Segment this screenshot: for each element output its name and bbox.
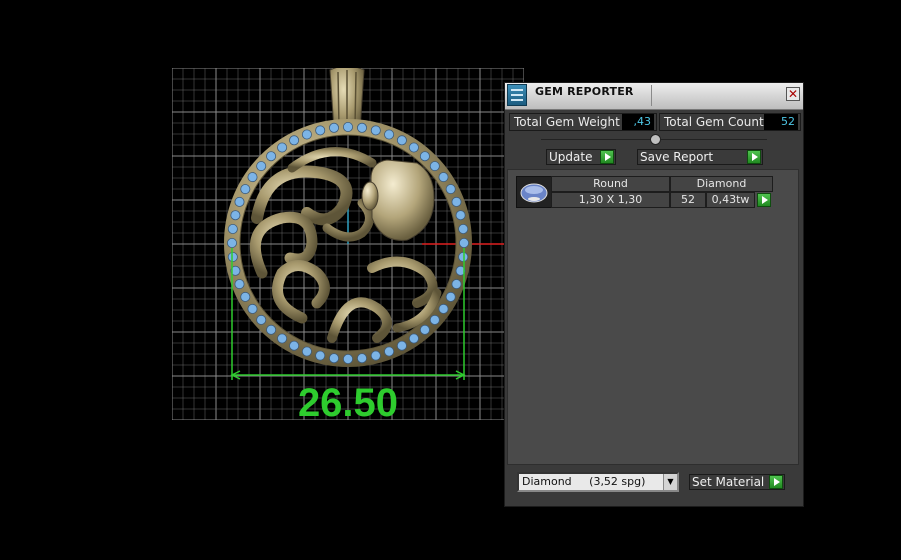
total-gem-weight-label: Total Gem Weight — [514, 115, 620, 129]
gem-stone — [256, 314, 267, 325]
save-report-button[interactable]: Save Report — [637, 149, 763, 165]
material-select-value: Diamond (3,52 spg) — [522, 475, 646, 488]
gem-stone — [445, 291, 456, 302]
update-label: Update — [549, 150, 593, 164]
column-header-shape: Round — [551, 176, 670, 192]
gem-stone — [408, 333, 419, 344]
gem-stone — [438, 303, 449, 314]
slider-handle[interactable] — [650, 134, 661, 145]
gem-stone — [230, 210, 241, 221]
gem-stone — [429, 314, 440, 325]
material-select[interactable]: Diamond (3,52 spg) ▼ — [517, 472, 679, 492]
gem-stone — [301, 129, 312, 140]
3d-viewport[interactable]: 26.50 — [172, 68, 524, 420]
row-select-arrow-icon[interactable] — [757, 193, 771, 207]
gem-stone — [328, 122, 339, 133]
gem-stone — [315, 125, 326, 136]
gem-stone — [396, 135, 407, 146]
gem-reporter-app-icon — [507, 84, 527, 106]
gem-stone — [247, 303, 258, 314]
save-report-label: Save Report — [640, 150, 714, 164]
gem-stone — [227, 237, 238, 248]
gem-stone — [266, 324, 277, 335]
gem-stone — [247, 172, 258, 183]
total-gem-weight-field: Total Gem Weight ,43 — [509, 113, 657, 131]
gem-stone — [419, 324, 430, 335]
close-icon[interactable]: ✕ — [786, 87, 800, 101]
gem-stone — [315, 350, 326, 361]
gem-count-cell: 52 — [670, 192, 706, 208]
gem-stone — [458, 251, 469, 262]
gem-stone — [458, 237, 469, 248]
gem-stone — [396, 340, 407, 351]
gem-stone — [240, 184, 251, 195]
gem-stone — [451, 279, 462, 290]
gem-stone — [328, 353, 339, 364]
gem-stone — [356, 122, 367, 133]
gem-stone — [419, 151, 430, 162]
gem-stone — [234, 196, 245, 207]
gem-stone — [240, 291, 251, 302]
panel-title: GEM REPORTER — [535, 85, 634, 98]
gem-weight-cell: 0,43tw — [706, 192, 755, 208]
update-button[interactable]: Update — [546, 149, 616, 165]
gem-stone — [370, 125, 381, 136]
panel-titlebar[interactable]: GEM REPORTER ✕ — [505, 83, 803, 110]
gem-stone — [384, 129, 395, 140]
gem-reporter-panel: GEM REPORTER ✕ Total Gem Weight ,43 Tota… — [504, 82, 804, 507]
gem-stone — [342, 353, 353, 364]
gem-thumbnail — [516, 176, 552, 208]
total-gem-count-field: Total Gem Count 52 — [659, 113, 801, 131]
dimension-label: 26.50 — [298, 381, 398, 420]
title-divider — [651, 85, 652, 106]
total-gem-weight-value: ,43 — [622, 114, 654, 130]
set-material-button[interactable]: Set Material — [689, 474, 785, 490]
gem-stone — [256, 161, 267, 172]
gem-stone — [458, 223, 469, 234]
gem-stone — [429, 161, 440, 172]
gem-stone — [227, 223, 238, 234]
gem-stone — [445, 184, 456, 195]
gem-stone — [384, 346, 395, 357]
gem-stone — [356, 353, 367, 364]
total-gem-count-value: 52 — [764, 114, 798, 130]
gem-stone — [408, 142, 419, 153]
total-gem-count-label: Total Gem Count — [664, 115, 764, 129]
gem-stone — [227, 251, 238, 262]
gem-stone — [266, 151, 277, 162]
play-arrow-icon — [600, 150, 614, 164]
gem-stone — [455, 210, 466, 221]
gem-stone — [289, 340, 300, 351]
gem-list: Round Diamond 1,30 X 1,30 52 0,43tw — [507, 169, 799, 465]
play-arrow-icon — [747, 150, 761, 164]
gem-stone — [451, 196, 462, 207]
set-material-label: Set Material — [692, 475, 765, 489]
column-header-material: Diamond — [670, 176, 773, 192]
gem-stone — [277, 333, 288, 344]
gem-size-cell: 1,30 X 1,30 — [551, 192, 670, 208]
play-arrow-icon — [769, 475, 783, 489]
gem-stone — [370, 350, 381, 361]
gem-stone — [438, 172, 449, 183]
gem-stone — [301, 346, 312, 357]
gem-stone — [234, 279, 245, 290]
gem-stone — [342, 122, 353, 133]
chevron-down-icon[interactable]: ▼ — [663, 474, 677, 490]
gem-stone — [289, 135, 300, 146]
gem-stone — [277, 142, 288, 153]
